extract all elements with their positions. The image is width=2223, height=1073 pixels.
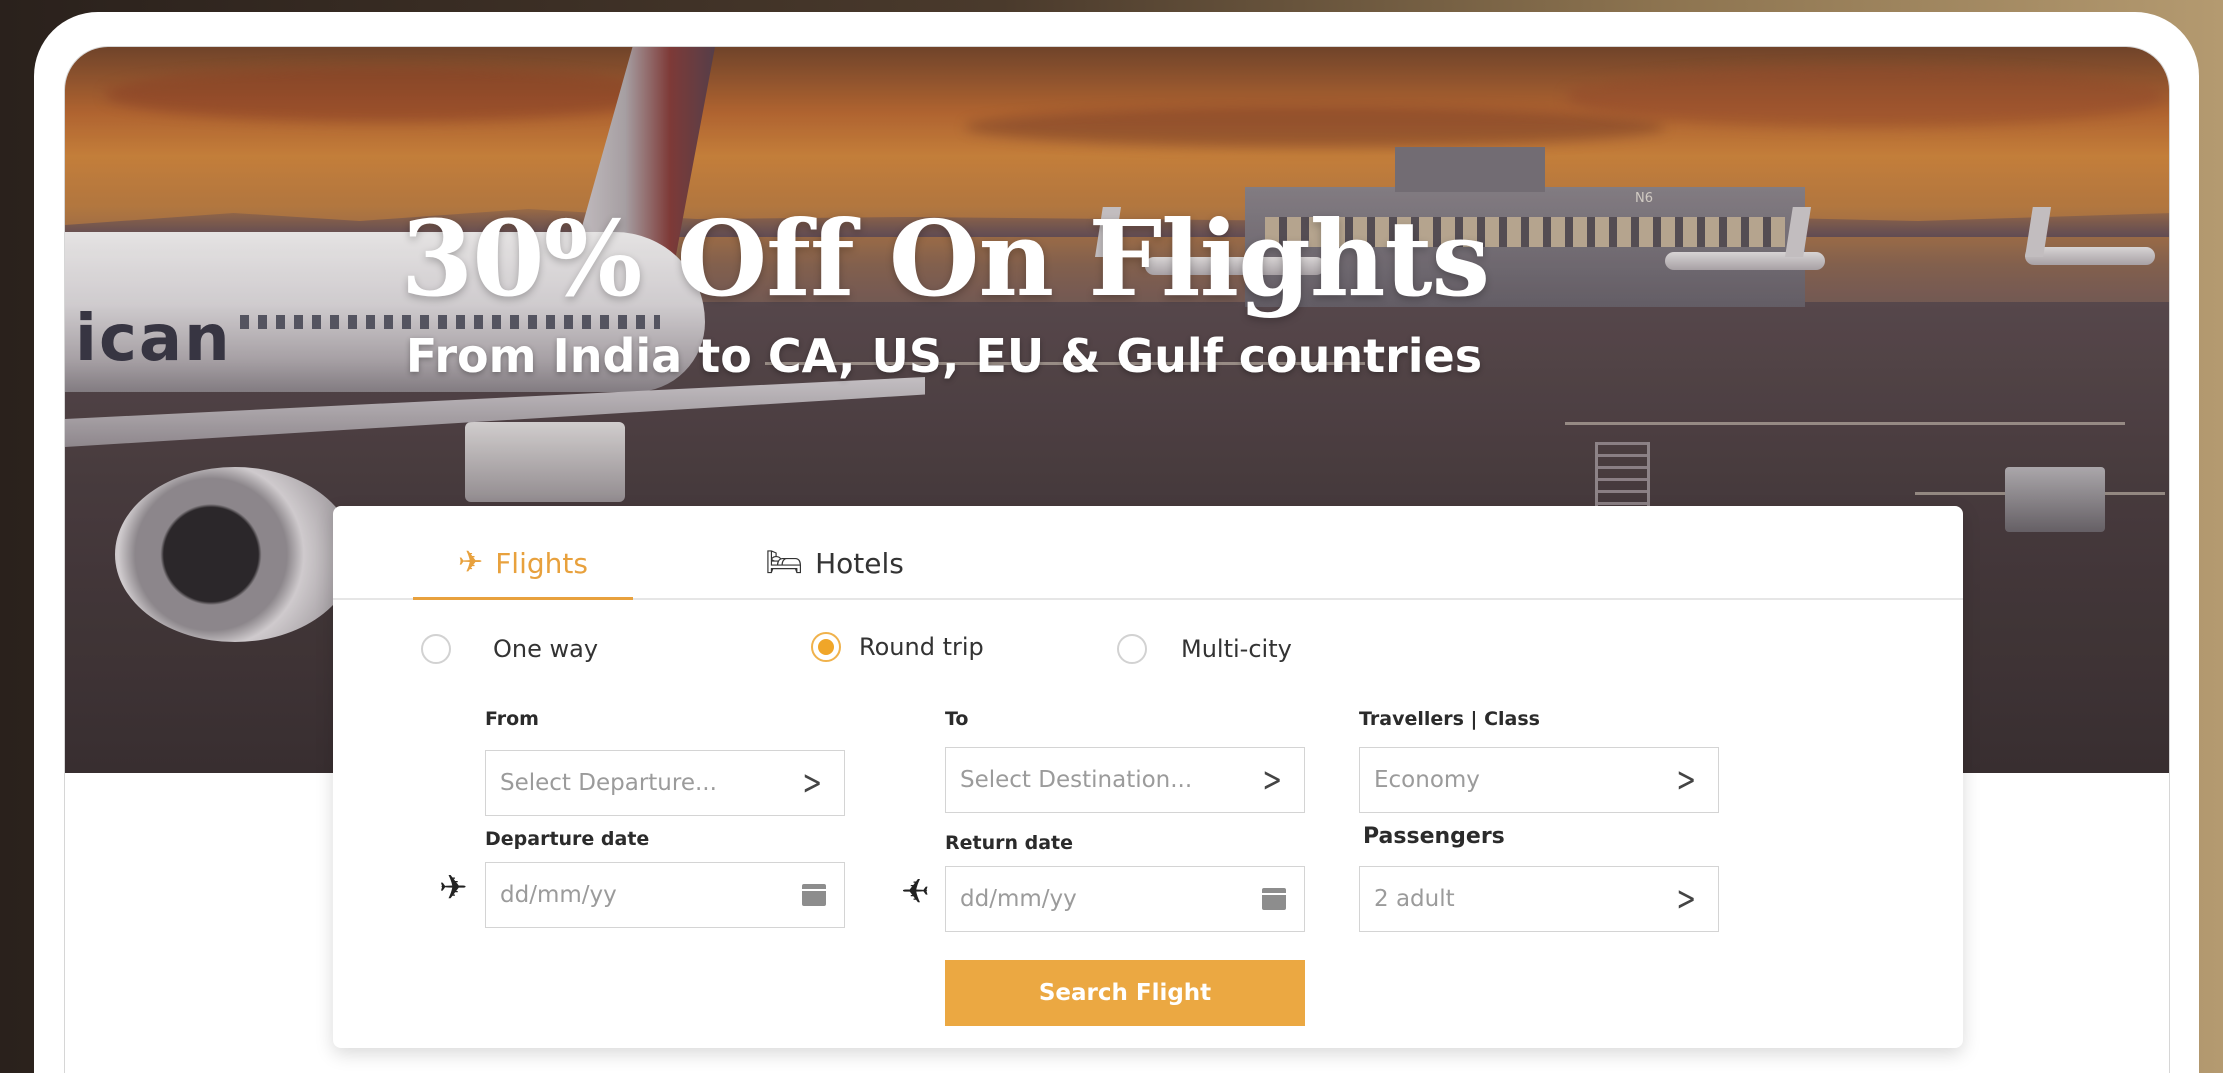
return-date-placeholder: dd/mm/yy bbox=[960, 886, 1077, 912]
radio-round-trip-label: Round trip bbox=[859, 633, 984, 661]
passengers-value: 2 adult bbox=[1374, 886, 1455, 912]
radio-multi-city-label: Multi-city bbox=[1181, 635, 1292, 663]
from-placeholder: Select Departure... bbox=[500, 770, 717, 796]
radio-button-selected[interactable] bbox=[811, 632, 841, 662]
flight-search-card: ✈ Flights 🛏 Hotels One way Round trip Mu… bbox=[333, 506, 1963, 1048]
passengers-label: Passengers bbox=[1363, 824, 1505, 849]
tab-flights-label: Flights bbox=[495, 547, 588, 580]
travellers-class-field[interactable]: Economy > bbox=[1359, 747, 1719, 813]
chevron-right-icon: > bbox=[1675, 879, 1696, 919]
radio-one-way-label: One way bbox=[493, 635, 599, 663]
radio-button[interactable] bbox=[1117, 634, 1147, 664]
from-field[interactable]: Select Departure... > bbox=[485, 750, 845, 816]
radio-button[interactable] bbox=[421, 634, 451, 664]
chevron-right-icon: > bbox=[1675, 760, 1696, 800]
chevron-right-icon: > bbox=[801, 763, 822, 803]
browser-viewport: N6 ican 30% Off On Flights From India to… bbox=[64, 46, 2170, 1073]
search-flight-button[interactable]: Search Flight bbox=[945, 960, 1305, 1026]
airplane-icon: ✈ bbox=[458, 545, 484, 580]
calendar-icon[interactable] bbox=[802, 884, 826, 906]
booking-tabs: ✈ Flights 🛏 Hotels bbox=[333, 506, 1963, 600]
hero-title: 30% Off On Flights bbox=[400, 197, 1490, 320]
from-label: From bbox=[485, 708, 539, 730]
return-plane-icon: ✈ bbox=[901, 872, 930, 912]
page-frame: N6 ican 30% Off On Flights From India to… bbox=[34, 12, 2199, 1073]
passengers-field[interactable]: 2 adult > bbox=[1359, 866, 1719, 932]
departure-date-field[interactable]: dd/mm/yy bbox=[485, 862, 845, 928]
hero-subtitle: From India to CA, US, EU & Gulf countrie… bbox=[405, 329, 1483, 383]
radio-multi-city[interactable]: Multi-city bbox=[1117, 634, 1292, 664]
radio-round-trip[interactable]: Round trip bbox=[811, 632, 984, 662]
bed-icon: 🛏 bbox=[765, 545, 804, 580]
departure-date-placeholder: dd/mm/yy bbox=[500, 882, 617, 908]
to-label: To bbox=[945, 708, 969, 730]
travellers-class-label: Travellers | Class bbox=[1359, 708, 1540, 730]
chevron-right-icon: > bbox=[1261, 760, 1282, 800]
to-placeholder: Select Destination... bbox=[960, 767, 1193, 793]
tab-hotels-label: Hotels bbox=[815, 547, 904, 580]
tab-hotels[interactable]: 🛏 Hotels bbox=[765, 546, 925, 600]
return-date-label: Return date bbox=[945, 832, 1074, 854]
departure-plane-icon: ✈ bbox=[439, 868, 468, 908]
return-date-field[interactable]: dd/mm/yy bbox=[945, 866, 1305, 932]
travellers-class-value: Economy bbox=[1374, 767, 1480, 793]
calendar-icon[interactable] bbox=[1262, 888, 1286, 910]
radio-one-way[interactable]: One way bbox=[421, 634, 598, 664]
tab-flights[interactable]: ✈ Flights bbox=[413, 546, 633, 600]
to-field[interactable]: Select Destination... > bbox=[945, 747, 1305, 813]
departure-date-label: Departure date bbox=[485, 828, 650, 850]
